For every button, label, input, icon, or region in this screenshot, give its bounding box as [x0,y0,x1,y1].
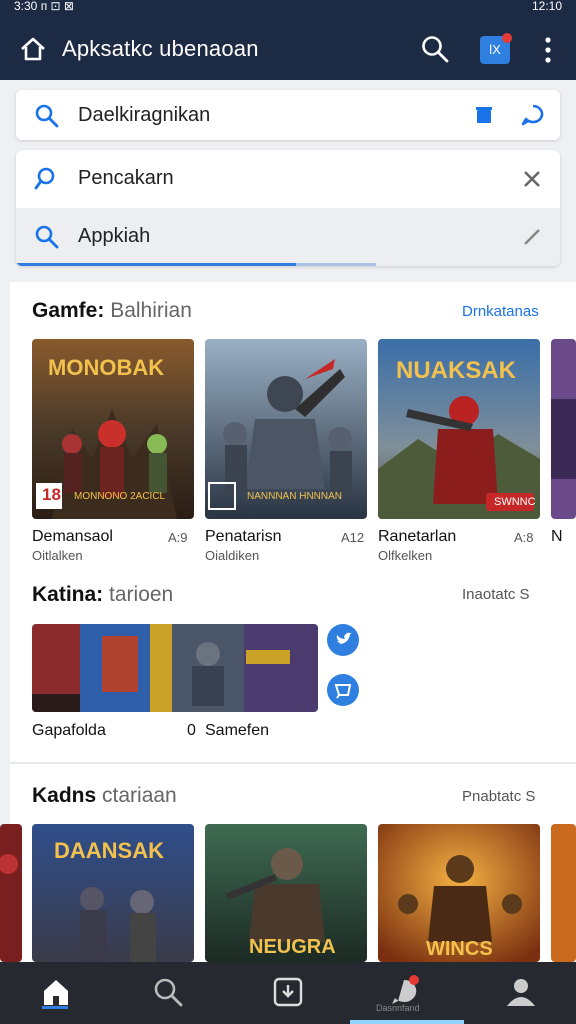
gesture-bar [350,1020,464,1024]
game-subtitle: Oialdiken [205,548,260,563]
progress-underline [16,263,296,266]
banner-collage-art [32,624,318,712]
game-tile[interactable]: DAANSAK [32,824,194,962]
status-bar: 3:30 п ⊡ ⊠ 12:10 [0,0,576,14]
game-rating: A:9 [168,530,188,545]
search-icon [35,225,59,249]
section-title: Kadns ctariaan [32,784,177,808]
game-cover-tag: SWNNC [494,496,536,508]
section-divider [10,762,576,764]
search-text: Daelkiragnikan [78,104,211,126]
search-icon [34,167,55,190]
bottom-navigation [0,962,576,1024]
section-see-all-link[interactable]: Drnkatanas [462,303,539,320]
age-rating-badge: 18 [42,485,61,504]
section-title: Gamfe: Balhirian [32,299,192,323]
status-left: 3:30 п ⊡ ⊠ [14,0,74,13]
suggestion-label: Pencakarn [78,167,174,189]
game-cover-art [0,824,22,962]
game-cover-title: NEUGRA [249,936,336,958]
section-subtitle: Balhirian [110,299,192,322]
twitter-share-button[interactable] [327,624,359,656]
section-title-text: Gamfe: [32,299,105,322]
search-icon [35,104,59,128]
section-see-all-link[interactable]: Inaotatc S [462,586,530,603]
more-vertical-icon[interactable] [538,36,558,64]
suggestion-item[interactable]: Pencakarn [16,150,560,208]
game-tile[interactable] [0,824,22,962]
game-tile[interactable] [551,339,576,519]
search-icon[interactable] [420,34,450,64]
featured-banner[interactable] [32,624,318,712]
game-cover-title: NUAKSAK [396,357,516,384]
banner-left-label: Gapafolda [32,722,106,739]
suggestion-item[interactable]: Appkiah [16,208,560,266]
game-title: Penatarisn [205,528,282,545]
close-icon[interactable] [522,169,542,189]
search-suggestions: Pencakarn Appkiah [16,150,560,266]
game-tile[interactable] [551,824,576,962]
section-title-text: Kadns [32,784,97,807]
app-title: Apksatkc ubenaoan [62,36,259,61]
bird-icon [336,632,352,645]
game-cover-title: WINCS [426,938,493,960]
cart-icon [334,684,352,699]
status-clock: 12:10 [531,0,562,13]
home-icon[interactable] [18,34,48,64]
pencil-icon[interactable] [522,227,542,247]
game-title: Ranetarlan [378,528,457,545]
progress-underline-track [296,263,376,266]
game-title: N [551,528,563,545]
suggestion-label: Appkiah [78,225,151,247]
game-cover-title: DAANSAK [54,838,164,863]
game-tile[interactable]: NANNNAN HNNNAN [205,339,367,519]
game-cover-tag: MONNONO 2ACICL [74,491,166,502]
trash-icon[interactable] [474,105,494,125]
game-cover-tag: NANNNAN HNNNAN [247,491,343,502]
game-rating: A:8 [514,530,534,545]
search-icon[interactable] [150,974,186,1010]
banner-count: 0 [187,722,196,739]
store-share-button[interactable] [327,674,359,706]
game-tile[interactable]: NUAKSAK SWNNC [378,339,540,519]
chat-icon[interactable] [520,103,546,127]
game-cover-art [551,339,576,519]
notification-dot [502,33,512,43]
game-cover-art [551,824,576,962]
section-title: Katina: tarioen [32,583,173,607]
game-title: Demansaol [32,528,113,545]
game-cover-title: MONOBAK [48,355,165,380]
search-input[interactable]: Daelkiragnikan [16,90,560,140]
game-rating: A12 [341,530,365,545]
game-subtitle: Oitlalken [32,548,83,563]
downloads-icon[interactable] [270,974,306,1010]
app-bar: Apksatkc ubenaoan lX [0,14,576,80]
game-tile[interactable]: WINCS [378,824,540,962]
nav-label: Dasnnfand [376,1003,420,1013]
section-see-all-link[interactable]: Pnabtatc S [462,788,535,805]
section-title-text: Katina: [32,583,104,606]
section-subtitle: tarioen [109,583,174,606]
game-tile[interactable]: NEUGRA [205,824,367,962]
home-icon[interactable] [38,974,74,1010]
active-tab-indicator [42,1006,68,1009]
game-subtitle: Olfkelken [378,548,433,563]
game-tile[interactable]: MONOBAK 18 MONNONO 2ACICL [32,339,194,519]
profile-icon[interactable] [503,974,539,1010]
banner-right-label: Samefen [205,722,270,739]
section-subtitle: ctariaan [102,784,177,807]
